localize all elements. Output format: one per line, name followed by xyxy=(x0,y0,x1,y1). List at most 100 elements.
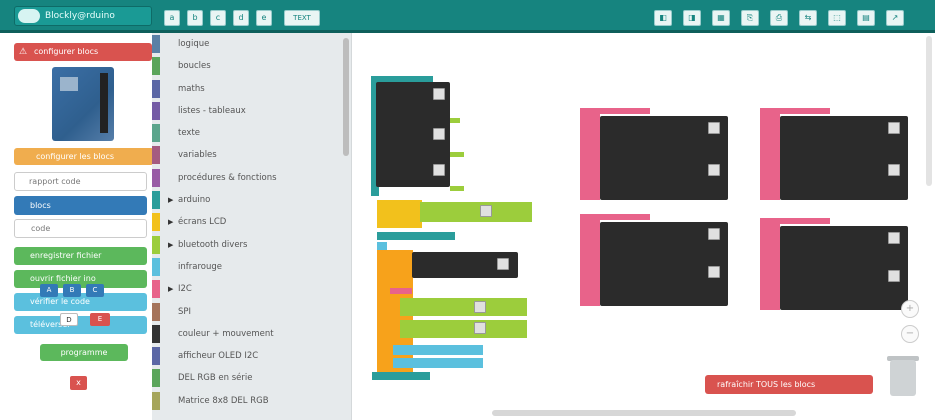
expand-arrow-icon[interactable]: ▶ xyxy=(168,234,173,256)
toolbar-icon-5[interactable]: ⎙ xyxy=(770,10,788,26)
refresh-all-blocks-button[interactable]: rafraîchir TOUS les blocs xyxy=(705,375,873,394)
category-color-swatch xyxy=(152,391,160,410)
toolbox-category[interactable]: texte xyxy=(152,122,351,144)
toolbar-button-b[interactable]: b xyxy=(187,10,203,26)
toolbox-category[interactable]: afficheur OLED I2C xyxy=(152,345,351,367)
toolbox-category[interactable]: ▶ I2C xyxy=(152,278,351,300)
mini-button-a[interactable]: A xyxy=(40,284,58,297)
block-lime-row[interactable] xyxy=(400,320,527,338)
small-red-button[interactable]: x xyxy=(70,376,87,390)
workspace-horizontal-scrollbar[interactable] xyxy=(492,410,796,416)
report-code-field[interactable]: rapport code xyxy=(14,172,147,191)
toolbox-category-label: texte xyxy=(178,128,201,139)
trash-icon[interactable] xyxy=(890,360,916,396)
mini-button-d[interactable]: D xyxy=(60,313,78,326)
toolbox-category[interactable]: variables xyxy=(152,144,351,166)
block-pink-side[interactable] xyxy=(760,108,780,200)
programme-button[interactable]: programme xyxy=(40,344,128,361)
toolbar-icon-1[interactable]: ◧ xyxy=(654,10,672,26)
board-header-strip xyxy=(100,73,108,133)
block-image-icon xyxy=(433,88,445,100)
toolbox-category[interactable]: ▶ arduino xyxy=(152,189,351,211)
category-color-swatch xyxy=(152,191,160,210)
toolbox-category[interactable]: SPI xyxy=(152,301,351,323)
toolbox-scrollbar[interactable] xyxy=(343,38,349,156)
category-color-swatch xyxy=(152,57,160,76)
save-file-button[interactable]: enregistrer fichier xyxy=(14,247,147,265)
category-color-swatch xyxy=(152,168,160,187)
toolbar-icon-3[interactable]: ▦ xyxy=(712,10,730,26)
block-image-icon xyxy=(474,301,486,313)
category-color-swatch xyxy=(152,213,160,232)
category-color-swatch xyxy=(152,124,160,143)
configure-blocks-label: configurer blocs xyxy=(34,47,99,56)
category-color-swatch xyxy=(152,302,160,321)
toolbox-category-label: variables xyxy=(178,150,217,161)
toolbar-icon-9[interactable]: ↗ xyxy=(886,10,904,26)
block-pink-side[interactable] xyxy=(580,214,600,306)
block-teal-bar[interactable] xyxy=(377,232,455,240)
board-chip xyxy=(60,77,78,91)
toolbar-icon-7[interactable]: ⬚ xyxy=(828,10,846,26)
toolbox-category[interactable]: couleur + mouvement xyxy=(152,323,351,345)
block-image-icon xyxy=(474,322,486,334)
toolbar-icon-8[interactable]: ▤ xyxy=(857,10,875,26)
configure-blocks-button[interactable]: ⚠ configurer blocs xyxy=(14,43,152,61)
block-image-icon xyxy=(888,270,900,282)
block-image-icon xyxy=(708,228,720,240)
toolbox-category[interactable]: DEL RGB en série xyxy=(152,367,351,389)
workspace-vertical-scrollbar[interactable] xyxy=(926,36,932,186)
mini-button-b[interactable]: B xyxy=(63,284,81,297)
toolbox-category[interactable]: boucles xyxy=(152,55,351,77)
blocks-view-button[interactable]: blocs xyxy=(14,196,147,215)
toolbox-category-label: bluetooth divers xyxy=(178,239,248,250)
block-lime-row[interactable] xyxy=(400,298,527,316)
block-lime-value[interactable] xyxy=(420,202,532,222)
block-teal-bottom[interactable] xyxy=(372,372,430,380)
toolbar-icon-2[interactable]: ◨ xyxy=(683,10,701,26)
toolbar-text-button[interactable]: TEXT xyxy=(284,10,320,26)
toolbox-category-label: I2C xyxy=(178,284,192,295)
configure-all-blocks-button[interactable]: configurer les blocs xyxy=(14,148,154,165)
block-cyan-row[interactable] xyxy=(393,345,483,355)
block-connector xyxy=(450,152,464,157)
toolbox-category[interactable]: maths xyxy=(152,78,351,100)
toolbox-category[interactable]: infrarouge xyxy=(152,256,351,278)
mini-button-c[interactable]: C xyxy=(86,284,104,297)
toolbar-button-e[interactable]: e xyxy=(256,10,272,26)
block-image-icon xyxy=(708,122,720,134)
upload-button[interactable]: téléverser xyxy=(14,316,147,334)
toolbar-button-d[interactable]: d xyxy=(233,10,249,26)
category-color-swatch xyxy=(152,235,160,254)
code-view-button[interactable]: code xyxy=(14,219,147,238)
report-code-placeholder: rapport code xyxy=(29,177,81,186)
expand-arrow-icon[interactable]: ▶ xyxy=(168,189,173,211)
block-pink-side[interactable] xyxy=(580,108,600,200)
toolbox-category-label: maths xyxy=(178,83,205,94)
toolbox-category[interactable]: procédures & fonctions xyxy=(152,167,351,189)
zoom-in-icon[interactable]: + xyxy=(901,300,919,318)
block-pink-side[interactable] xyxy=(760,218,780,310)
expand-arrow-icon[interactable]: ▶ xyxy=(168,278,173,300)
toolbar-button-a[interactable]: a xyxy=(164,10,180,26)
toolbar-icon-6[interactable]: ⇆ xyxy=(799,10,817,26)
mini-button-e[interactable]: E xyxy=(90,313,110,326)
block-yellow[interactable] xyxy=(377,200,422,228)
toolbox-category[interactable]: ▶ écrans LCD xyxy=(152,211,351,233)
toolbar-icon-4[interactable]: ⎘ xyxy=(741,10,759,26)
block-pink-bar[interactable] xyxy=(390,288,412,294)
toolbox-category-label: SPI xyxy=(178,306,192,317)
block-cyan-row[interactable] xyxy=(393,358,483,368)
zoom-out-icon[interactable]: − xyxy=(901,325,919,343)
app-title[interactable]: Blockly@rduino xyxy=(14,6,152,26)
toolbox-category[interactable]: logique xyxy=(152,33,351,55)
toolbox-category-label: Matrice 8x8 DEL RGB xyxy=(178,395,269,406)
toolbar-button-c[interactable]: c xyxy=(210,10,226,26)
expand-arrow-icon[interactable]: ▶ xyxy=(168,211,173,233)
toolbox-category[interactable]: ▶ bluetooth divers xyxy=(152,234,351,256)
toolbox-category[interactable]: listes - tableaux xyxy=(152,100,351,122)
app-title-label: Blockly@rduino xyxy=(45,11,115,21)
toolbox-category-label: écrans LCD xyxy=(178,217,227,228)
category-color-swatch xyxy=(152,257,160,276)
toolbox-category[interactable]: Matrice 8x8 DEL RGB xyxy=(152,390,351,412)
